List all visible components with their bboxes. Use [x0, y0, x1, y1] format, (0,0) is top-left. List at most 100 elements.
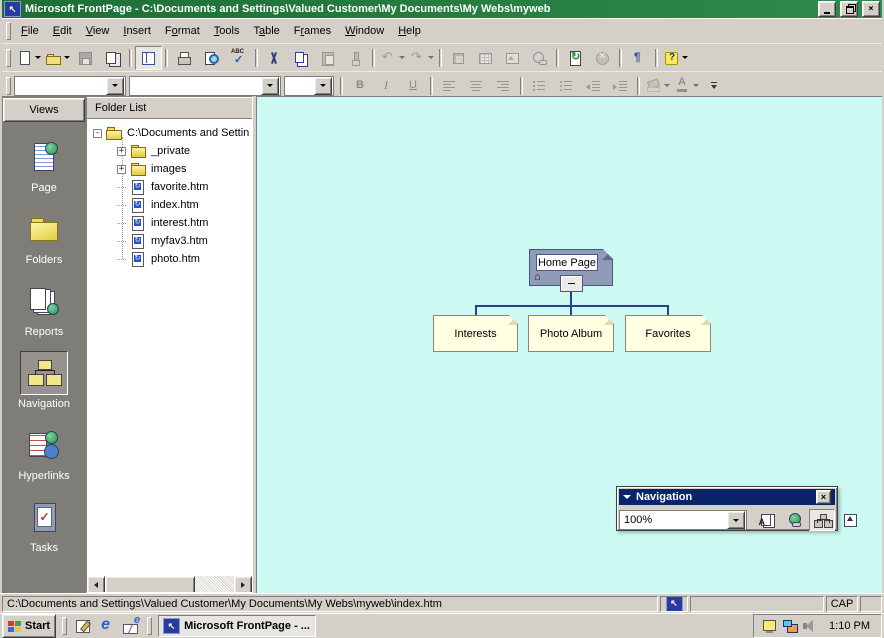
restore-button[interactable]: [840, 1, 858, 17]
pages-letter-button[interactable]: [753, 509, 779, 531]
tree-item-photo-htm[interactable]: photo.htm: [87, 250, 252, 268]
scrollbar-thumb[interactable]: [105, 576, 195, 593]
more-buttons-button[interactable]: [701, 74, 728, 98]
zoom-combobox[interactable]: 100%: [619, 510, 747, 530]
print-button[interactable]: [171, 46, 198, 70]
menu-grip[interactable]: [6, 22, 11, 40]
insert-component-button[interactable]: [445, 46, 472, 70]
tree-item-images[interactable]: +images: [87, 160, 252, 178]
paste-button[interactable]: [315, 46, 342, 70]
hyperlink-button[interactable]: [526, 46, 553, 70]
bullet-list-button[interactable]: [553, 74, 580, 98]
help-button[interactable]: [661, 46, 690, 70]
expand-toggle[interactable]: +: [117, 165, 126, 174]
cut-button[interactable]: [261, 46, 288, 70]
outlook-express-icon[interactable]: [121, 616, 141, 636]
tree-item-index-htm[interactable]: index.htm: [87, 196, 252, 214]
refresh-button[interactable]: [562, 46, 589, 70]
start-button[interactable]: Start: [2, 614, 56, 638]
save-button[interactable]: [72, 46, 99, 70]
menu-edit[interactable]: Edit: [46, 21, 79, 41]
expand-toggle[interactable]: +: [117, 147, 126, 156]
style-combobox[interactable]: [14, 76, 126, 96]
spelling-button[interactable]: [225, 46, 252, 70]
display-icon[interactable]: [762, 618, 778, 634]
internet-explorer-icon[interactable]: [97, 616, 117, 636]
navigation-canvas[interactable]: Home Page ⌂ InterestsPhoto AlbumFavorite…: [256, 96, 882, 593]
menu-file[interactable]: File: [14, 21, 46, 41]
highlight-button[interactable]: [643, 74, 672, 98]
numbered-list-button[interactable]: [526, 74, 553, 98]
tree-item-favorite-htm[interactable]: favorite.htm: [87, 178, 252, 196]
navigation-toolbar-close-button[interactable]: ×: [816, 490, 831, 504]
view-item-hyperlinks[interactable]: Hyperlinks: [2, 423, 86, 482]
org-chart-button[interactable]: [809, 509, 835, 531]
decrease-indent-button[interactable]: [580, 74, 607, 98]
toolbar-grip[interactable]: [6, 77, 11, 95]
menu-table[interactable]: Table: [246, 21, 286, 41]
font-size-combobox[interactable]: [284, 76, 334, 96]
globe-link-button[interactable]: [781, 509, 807, 531]
nav-node-interests[interactable]: Interests: [433, 315, 518, 352]
horizontal-scrollbar[interactable]: [87, 576, 252, 592]
tree-item-myfav3-htm[interactable]: myfav3.htm: [87, 232, 252, 250]
style-dropdown-button[interactable]: [106, 77, 124, 95]
scroll-right-button[interactable]: [234, 576, 252, 593]
menu-view[interactable]: View: [79, 21, 117, 41]
format-painter-button[interactable]: [342, 46, 369, 70]
taskbar-grip[interactable]: [62, 617, 67, 635]
align-right-button[interactable]: [490, 74, 517, 98]
show-desktop-icon[interactable]: [73, 616, 93, 636]
italic-button[interactable]: [373, 74, 400, 98]
folder-list-button[interactable]: [135, 46, 162, 70]
tree-item--private[interactable]: +_private: [87, 142, 252, 160]
scrollbar-track[interactable]: [195, 576, 234, 592]
volume-icon[interactable]: [802, 618, 818, 634]
subtree-button[interactable]: [837, 509, 863, 531]
nav-node-favorites[interactable]: Favorites: [625, 315, 711, 352]
toolbar-grip[interactable]: [6, 49, 11, 67]
copy-button[interactable]: [288, 46, 315, 70]
minimize-button[interactable]: [818, 1, 836, 17]
open-folder-button[interactable]: [43, 46, 72, 70]
zoom-dropdown-button[interactable]: [727, 511, 745, 529]
insert-picture-button[interactable]: [499, 46, 526, 70]
scroll-left-button[interactable]: [87, 576, 105, 593]
align-left-button[interactable]: [436, 74, 463, 98]
preview-browser-button[interactable]: [198, 46, 225, 70]
navigation-toolbar-titlebar[interactable]: Navigation ×: [619, 489, 835, 505]
font-dropdown-button[interactable]: [261, 77, 279, 95]
taskbar-frontpage-button[interactable]: Microsoft FrontPage - ...: [158, 615, 316, 637]
nav-node-photo-album[interactable]: Photo Album: [528, 315, 614, 352]
menu-tools[interactable]: Tools: [207, 21, 247, 41]
view-item-page[interactable]: Page: [2, 135, 86, 194]
tree-item-c-documents-and-settin[interactable]: -C:\Documents and Settin: [87, 124, 252, 142]
network-icon[interactable]: [782, 618, 798, 634]
font-combobox[interactable]: [129, 76, 281, 96]
publish-web-button[interactable]: [99, 46, 126, 70]
menu-help[interactable]: Help: [391, 21, 428, 41]
menu-frames[interactable]: Frames: [287, 21, 338, 41]
undo-button[interactable]: [378, 46, 407, 70]
view-item-tasks[interactable]: Tasks: [2, 495, 86, 554]
underline-button[interactable]: [400, 74, 427, 98]
menu-window[interactable]: Window: [338, 21, 391, 41]
view-item-reports[interactable]: Reports: [2, 279, 86, 338]
stop-button[interactable]: [589, 46, 616, 70]
increase-indent-button[interactable]: [607, 74, 634, 98]
close-button[interactable]: ×: [862, 1, 880, 17]
navigation-floating-toolbar[interactable]: Navigation × 100%: [616, 486, 838, 531]
align-center-button[interactable]: [463, 74, 490, 98]
insert-table-button[interactable]: [472, 46, 499, 70]
new-page-button[interactable]: [14, 46, 43, 70]
taskbar-grip[interactable]: [147, 617, 152, 635]
view-item-navigation[interactable]: Navigation: [2, 351, 86, 410]
font-size-dropdown-button[interactable]: [314, 77, 332, 95]
show-all-button[interactable]: [625, 46, 652, 70]
menu-insert[interactable]: Insert: [116, 21, 158, 41]
font-color-button[interactable]: [672, 74, 701, 98]
menu-format[interactable]: Format: [158, 21, 207, 41]
expand-toggle[interactable]: -: [93, 129, 102, 138]
redo-button[interactable]: [407, 46, 436, 70]
bold-button[interactable]: [346, 74, 373, 98]
